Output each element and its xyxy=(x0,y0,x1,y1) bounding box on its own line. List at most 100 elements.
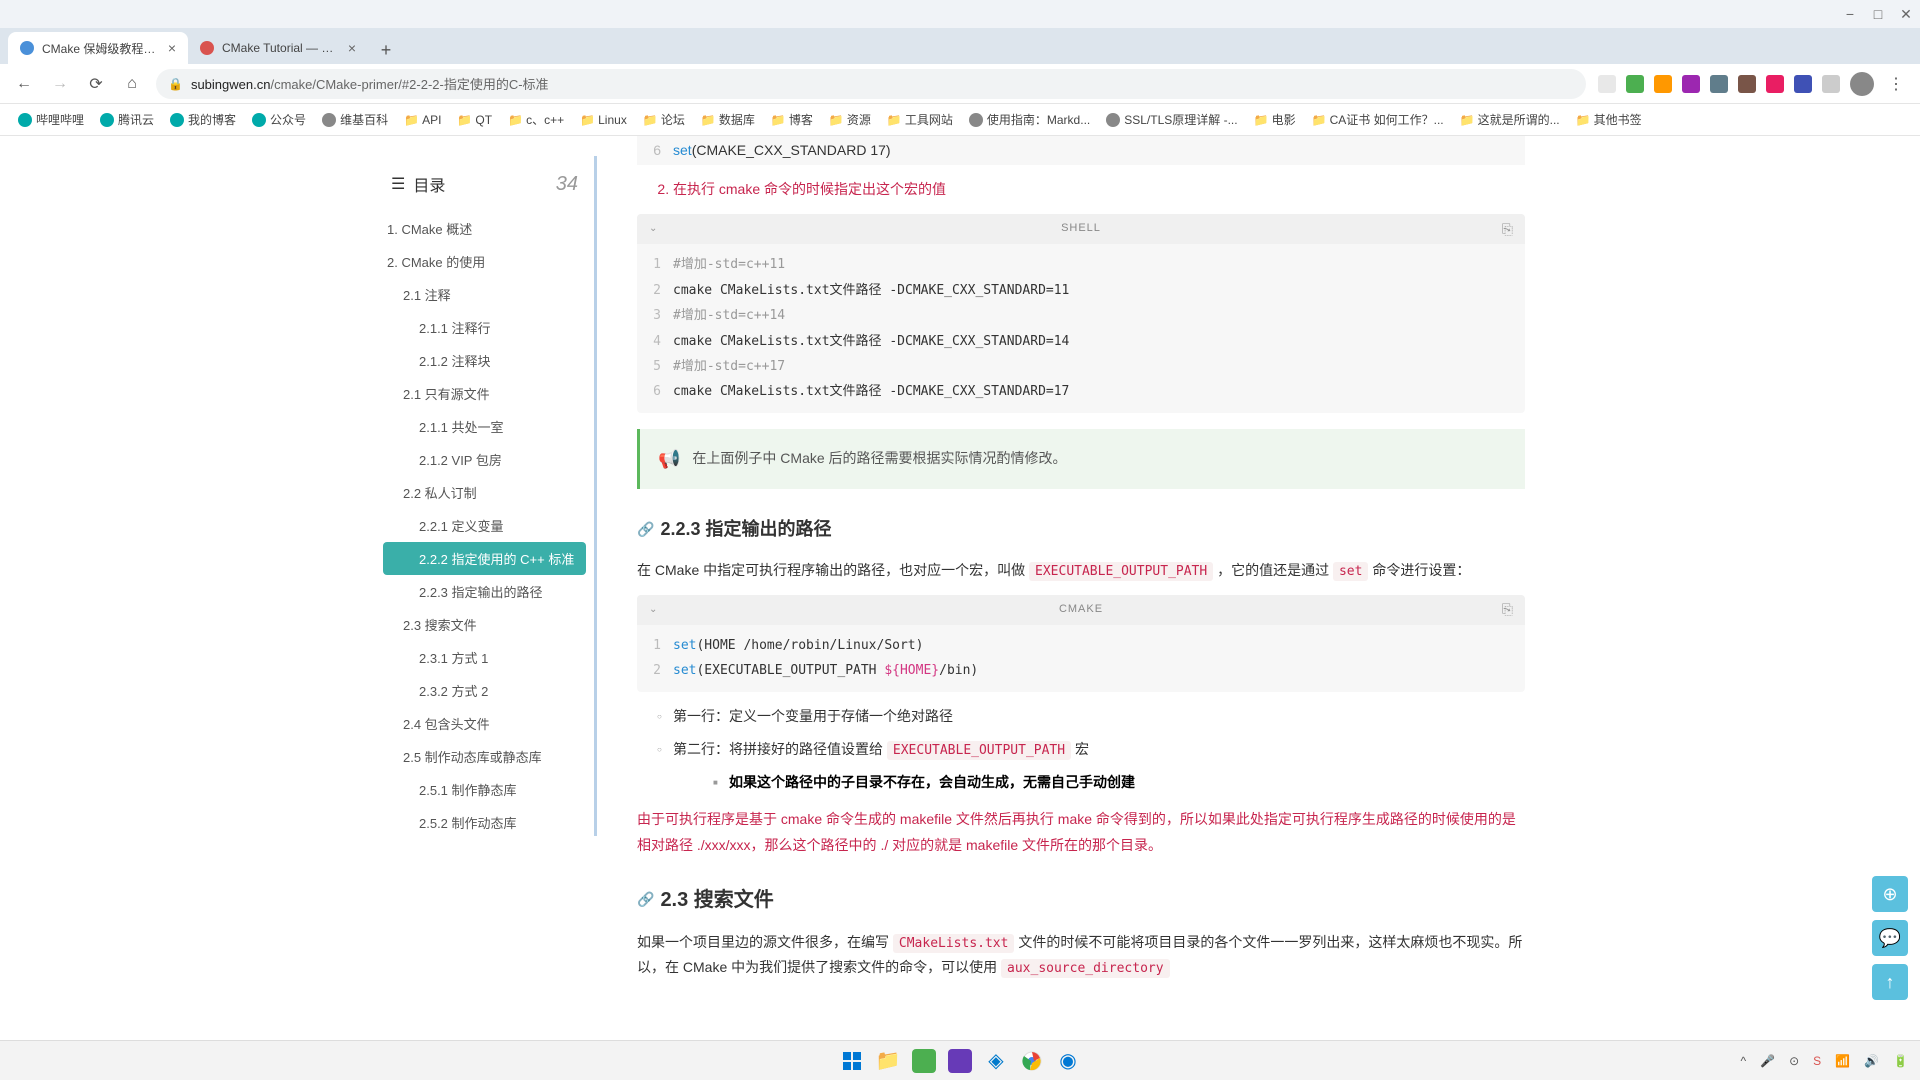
bookmark-item[interactable]: 📁Linux xyxy=(574,109,633,131)
extension-icon[interactable] xyxy=(1654,75,1672,93)
folder-icon: 📁 xyxy=(643,113,657,127)
tray-wifi-icon[interactable]: 📶 xyxy=(1835,1054,1850,1068)
browser-tab[interactable]: CMake Tutorial — CMake 3.2× xyxy=(188,32,368,64)
bookmark-label: 哔哩哔哩 xyxy=(36,111,84,128)
back-button[interactable]: ← xyxy=(12,72,36,96)
tray-volume-icon[interactable]: 🔊 xyxy=(1864,1054,1879,1068)
link-icon[interactable]: 🔗 xyxy=(637,887,654,912)
share-button[interactable]: ⊕ xyxy=(1872,876,1908,912)
browser-tab[interactable]: CMake 保姆级教程（上）| 爱编× xyxy=(8,32,188,64)
vscode-icon[interactable]: ◈ xyxy=(980,1045,1012,1077)
toc-item[interactable]: 2.3 搜索文件 xyxy=(375,608,594,641)
toc-item[interactable]: 2.1 注释 xyxy=(375,278,594,311)
toc-item[interactable]: 2.2 私人订制 xyxy=(375,476,594,509)
bookmark-item[interactable]: 我的博客 xyxy=(164,107,242,132)
extension-icon[interactable] xyxy=(1626,75,1644,93)
bookmark-item[interactable]: 维基百科 xyxy=(316,107,394,132)
link-icon[interactable]: 🔗 xyxy=(637,517,654,542)
tray-battery-icon[interactable]: 🔋 xyxy=(1893,1054,1908,1068)
line-number: 4 xyxy=(637,330,673,353)
toc-item[interactable]: 2.5.2 制作动态库 xyxy=(375,806,594,836)
home-button[interactable]: ⌂ xyxy=(120,72,144,96)
tab-close-icon[interactable]: × xyxy=(168,40,176,56)
code-content: cmake CMakeLists.txt文件路径 -DCMAKE_CXX_STA… xyxy=(673,330,1525,353)
bookmark-item[interactable]: SSL/TLS原理详解 -... xyxy=(1100,107,1243,132)
bookmark-item[interactable]: 📁API xyxy=(398,109,447,131)
bookmark-item[interactable]: 腾讯云 xyxy=(94,107,160,132)
scroll-top-button[interactable]: ↑ xyxy=(1872,964,1908,1000)
chrome-icon[interactable] xyxy=(1016,1045,1048,1077)
line-number: 1 xyxy=(637,634,673,657)
cmake-code-block: ⌄ CMAKE ⎘ 1set(HOME /home/robin/Linux/So… xyxy=(637,595,1525,692)
bookmark-item[interactable]: 📁CA证书 如何工作？... xyxy=(1306,107,1450,132)
new-tab-button[interactable]: + xyxy=(372,36,400,64)
copy-icon[interactable]: ⎘ xyxy=(1502,597,1513,622)
collapse-icon[interactable]: ⌄ xyxy=(649,601,657,619)
minimize-button[interactable]: − xyxy=(1844,8,1856,20)
menu-button[interactable]: ⋮ xyxy=(1884,72,1908,96)
code-language-label: CMAKE xyxy=(1059,600,1103,620)
copy-icon[interactable]: ⎘ xyxy=(1502,217,1513,242)
bookmark-item[interactable]: 📁QT xyxy=(451,109,498,131)
toc-item[interactable]: 2.1.2 VIP 包房 xyxy=(375,443,594,476)
bookmark-item[interactable]: 📁电影 xyxy=(1248,107,1302,132)
toc-item[interactable]: 2.2.3 指定输出的路径 xyxy=(375,575,594,608)
start-button[interactable] xyxy=(836,1045,868,1077)
folder-icon: 📁 xyxy=(771,113,785,127)
tray-icon[interactable]: 🎤 xyxy=(1760,1054,1775,1068)
toc-item[interactable]: 2.1.1 注释行 xyxy=(375,311,594,344)
app-icon[interactable] xyxy=(948,1049,972,1073)
toc-item[interactable]: 2.5 制作动态库或静态库 xyxy=(375,740,594,773)
bookmark-item[interactable]: 📁论坛 xyxy=(637,107,691,132)
extension-icon[interactable] xyxy=(1598,75,1616,93)
collapse-icon[interactable]: ⌄ xyxy=(649,220,657,238)
maximize-button[interactable]: □ xyxy=(1872,8,1884,20)
tab-close-icon[interactable]: × xyxy=(348,40,356,56)
extension-icon[interactable] xyxy=(1710,75,1728,93)
toc-item[interactable]: 1. CMake 概述 xyxy=(375,212,594,245)
close-button[interactable]: ✕ xyxy=(1900,8,1912,20)
extensions-button[interactable] xyxy=(1822,75,1840,93)
bookmark-item[interactable]: 📁博客 xyxy=(765,107,819,132)
extension-icon[interactable] xyxy=(1794,75,1812,93)
tray-icon[interactable]: S xyxy=(1813,1054,1821,1068)
bookmark-item[interactable]: 哔哩哔哩 xyxy=(12,107,90,132)
bookmark-item[interactable]: 📁这就是所谓的... xyxy=(1454,107,1566,132)
line-number: 3 xyxy=(637,304,673,327)
bookmark-label: 其他书签 xyxy=(1594,111,1642,128)
toc-item[interactable]: 2.3.1 方式 1 xyxy=(375,641,594,674)
bookmark-item[interactable]: 📁其他书签 xyxy=(1570,107,1648,132)
extension-icon[interactable] xyxy=(1738,75,1756,93)
toc-item[interactable]: 2.1 只有源文件 xyxy=(375,377,594,410)
profile-avatar[interactable] xyxy=(1850,72,1874,96)
edge-icon[interactable]: ◉ xyxy=(1052,1045,1084,1077)
bookmark-item[interactable]: 使用指南：Markd... xyxy=(963,107,1096,132)
bookmark-item[interactable]: 📁资源 xyxy=(823,107,877,132)
bookmark-item[interactable]: 📁数据库 xyxy=(695,107,761,132)
toc-item[interactable]: 2. CMake 的使用 xyxy=(375,245,594,278)
list-item: 第一行：定义一个变量用于存储一个绝对路径 xyxy=(657,704,1525,729)
toc-item[interactable]: 2.2.2 指定使用的 C++ 标准 xyxy=(383,542,586,575)
toc-item[interactable]: 2.3.2 方式 2 xyxy=(375,674,594,707)
paragraph: 在 CMake 中指定可执行程序输出的路径，也对应一个宏，叫做 EXECUTAB… xyxy=(637,558,1525,583)
wechat-button[interactable]: 💬 xyxy=(1872,920,1908,956)
toc-item[interactable]: 2.1.2 注释块 xyxy=(375,344,594,377)
tray-icon[interactable]: ⊙ xyxy=(1789,1054,1799,1068)
app-icon[interactable] xyxy=(912,1049,936,1073)
tray-chevron[interactable]: ^ xyxy=(1740,1054,1746,1068)
forward-button[interactable]: → xyxy=(48,72,72,96)
toc-item[interactable]: 2.4 包含头文件 xyxy=(375,707,594,740)
bookmark-item[interactable]: 📁c、c++ xyxy=(502,107,570,132)
toc-item[interactable]: 2.5.1 制作静态库 xyxy=(375,773,594,806)
bookmark-item[interactable]: 公众号 xyxy=(246,107,312,132)
url-bar[interactable]: 🔒 subingwen.cn/cmake/CMake-primer/#2-2-2… xyxy=(156,69,1586,99)
extension-icon[interactable] xyxy=(1766,75,1784,93)
reload-button[interactable]: ⟳ xyxy=(84,72,108,96)
bookmark-item[interactable]: 📁工具网站 xyxy=(881,107,959,132)
bookmark-bar: 哔哩哔哩腾讯云我的博客公众号维基百科📁API📁QT📁c、c++📁Linux📁论坛… xyxy=(0,104,1920,136)
toc-item[interactable]: 2.2.1 定义变量 xyxy=(375,509,594,542)
toc-item[interactable]: 2.1.1 共处一室 xyxy=(375,410,594,443)
extension-icon[interactable] xyxy=(1682,75,1700,93)
explorer-icon[interactable]: 📁 xyxy=(872,1045,904,1077)
main-content[interactable]: 6 set(CMAKE_CXX_STANDARD 17) 在执行 cmake 命… xyxy=(617,136,1545,1040)
